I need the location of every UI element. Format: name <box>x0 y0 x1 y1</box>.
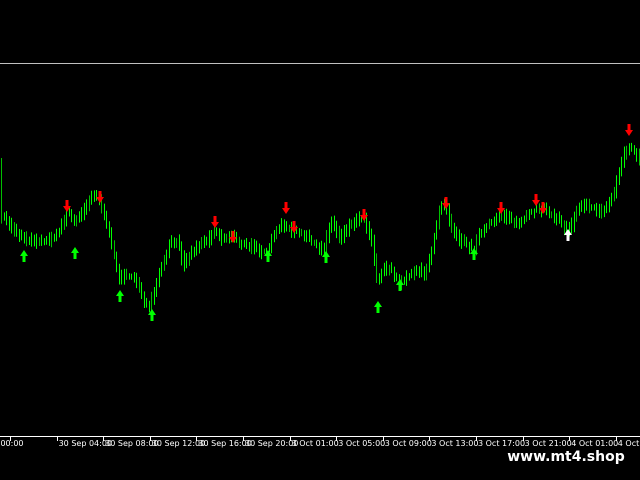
chart-background <box>0 0 640 480</box>
time-tick-label: 3 Oct 01:00 <box>292 439 339 448</box>
time-tick-label: 3 Oct 09:00 <box>385 439 432 448</box>
time-tick-label: 30 Sep 12:00 <box>152 439 205 448</box>
time-tick-label: 3 Oct 05:00 <box>338 439 385 448</box>
time-tick-label: 00:00 <box>0 439 23 448</box>
price-chart[interactable]: 00:00 30 Sep 04:0030 Sep 08:0030 Sep 12:0… <box>0 0 640 480</box>
time-tick-label: 3 Oct 13:00 <box>431 439 478 448</box>
bottom-strip <box>0 468 640 480</box>
watermark-logo: www.mt4.shop <box>496 446 636 468</box>
